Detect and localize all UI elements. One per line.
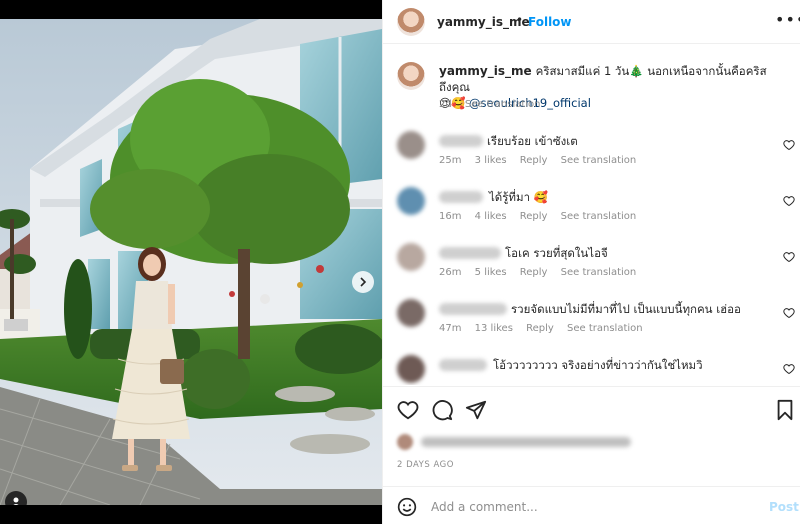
comment-icon[interactable] [431,399,453,421]
comment-text: รวยจัดแบบไม่มีที่มาที่ไป เป็นแบบนี้ทุกคน… [511,302,741,316]
see-translation-link[interactable]: See translation [561,211,637,222]
more-options-icon[interactable]: ••• [775,12,800,28]
see-translation-link[interactable]: See translation [561,155,637,166]
heart-icon[interactable] [783,307,795,319]
post-timestamp[interactable]: 2 DAYS AGO [397,460,454,470]
caption-username[interactable]: yammy_is_me [439,64,532,78]
comment-meta: 47m 13 likes Reply See translation [439,323,653,334]
heart-icon[interactable] [397,399,419,421]
liked-by-avatar [397,434,413,450]
emoji-icon[interactable] [397,497,417,517]
reply-button[interactable]: Reply [520,267,548,278]
comment-meta: 16m 4 likes Reply See translation [439,211,646,222]
avatar[interactable] [397,62,425,90]
comment-username[interactable] [439,303,507,315]
post-header: yammy_is_me • Follow ••• [383,0,800,44]
comment-username[interactable] [439,191,483,203]
list-item: โอเค รวยที่สุดในไอจี 26m 5 likes Reply S… [383,243,800,299]
comment-username[interactable] [439,135,483,147]
list-item: ได้รู้ที่มา 🥰 16m 4 likes Reply See tran… [383,187,800,243]
comment-time[interactable]: 25m [439,155,461,166]
comment-meta: 26m 5 likes Reply See translation [439,267,646,278]
post-details-panel: yammy_is_me • Follow ••• yammy_is_meคริส… [382,0,800,524]
reply-button[interactable]: Reply [520,211,548,222]
caption-meta: 2d See translation [439,99,551,110]
liked-by[interactable] [397,432,697,452]
heart-icon[interactable] [783,363,795,375]
caption-time[interactable]: 2d [439,99,452,110]
avatar[interactable] [397,299,425,327]
comment-likes[interactable]: 4 likes [475,211,507,222]
comment-time[interactable]: 16m [439,211,461,222]
comment-likes[interactable]: 3 likes [475,155,507,166]
header-separator: • [516,13,524,27]
list-item: โอ้วววววววว จริงอย่างที่ข่าวว่ากันใช่ไหม… [383,355,800,385]
comment-time[interactable]: 26m [439,267,461,278]
list-item: รวยจัดแบบไม่มีที่มาที่ไป เป็นแบบนี้ทุกคน… [383,299,800,355]
add-comment-bar: Add a comment... Post [383,486,800,524]
comment-input[interactable]: Add a comment... [431,500,538,514]
comment-text: โอเค รวยที่สุดในไอจี [505,246,608,260]
avatar[interactable] [397,243,425,271]
comment-meta: 25m 3 likes Reply See translation [439,155,646,166]
see-translation-link[interactable]: See translation [561,267,637,278]
comment-text: ได้รู้ที่มา 🥰 [489,190,549,204]
comment-likes[interactable]: 13 likes [475,323,513,334]
follow-button[interactable]: Follow [528,15,572,29]
chevron-right-icon [360,277,367,287]
comment-time[interactable]: 47m [439,323,461,334]
avatar[interactable] [397,131,425,159]
avatar[interactable] [397,355,425,383]
liked-by-text[interactable] [421,437,631,447]
post-comment-button[interactable]: Post [769,500,799,514]
comment-username[interactable] [439,359,487,371]
comment-text: เรียบร้อย เข้าซังเต [487,134,578,148]
reply-button[interactable]: Reply [526,323,554,334]
next-photo-button[interactable] [352,271,374,293]
comment-text: โอ้วววววววว จริงอย่างที่ข่าวว่ากันใช่ไหม… [493,358,703,372]
user-tag-icon [13,497,19,505]
comment-likes[interactable]: 5 likes [475,267,507,278]
share-icon[interactable] [465,399,487,421]
avatar[interactable] [397,8,425,36]
bookmark-icon[interactable] [775,399,795,421]
reply-button[interactable]: Reply [520,155,548,166]
post-photo[interactable] [0,19,382,505]
see-translation-link[interactable]: See translation [567,323,643,334]
list-item: เรียบร้อย เข้าซังเต 25m 3 likes Reply Se… [383,131,800,187]
post-actions [383,386,800,432]
comments-list[interactable]: yammy_is_me คริสมาสมีแค่ 1 วัน🎄 นอกเหนือจ… [383,45,800,385]
comment-username[interactable] [439,247,501,259]
see-translation-link[interactable]: See translation [465,99,541,110]
avatar[interactable] [397,187,425,215]
heart-icon[interactable] [783,195,795,207]
heart-icon[interactable] [783,251,795,263]
heart-icon[interactable] [783,139,795,151]
